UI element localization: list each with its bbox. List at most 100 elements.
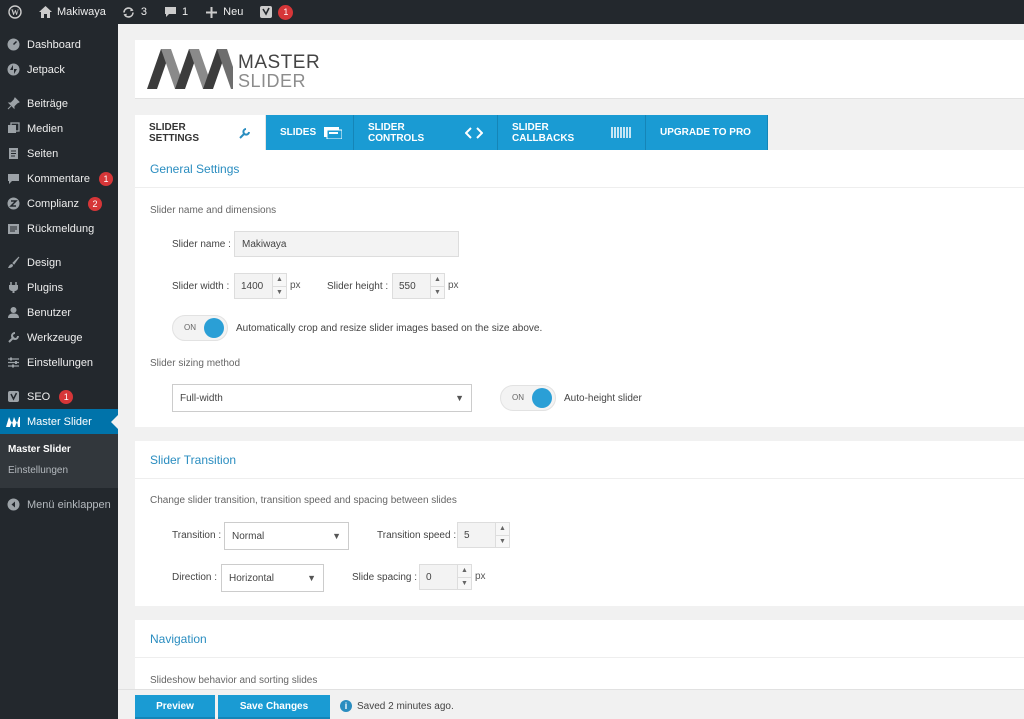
arrows-icon xyxy=(465,126,483,139)
sidebar-item-master-slider[interactable]: Master Slider xyxy=(0,409,118,434)
barcode-icon xyxy=(611,127,631,138)
auto-height-description: Auto-height slider xyxy=(564,393,642,404)
speed-decrement-button[interactable]: ▼ xyxy=(496,534,509,547)
sidebar-item-comments[interactable]: Kommentare 1 xyxy=(0,166,118,191)
collapse-menu-button[interactable]: Menü einklappen xyxy=(0,492,118,517)
sidebar-item-users[interactable]: Benutzer xyxy=(0,300,118,325)
yoast-icon xyxy=(6,390,20,404)
tab-label: SLIDER CALLBACKS xyxy=(512,121,575,144)
sidebar-item-pages[interactable]: Seiten xyxy=(0,141,118,166)
slider-height-stepper[interactable]: 550 ▲ ▼ xyxy=(392,273,445,299)
sidebar-item-dashboard[interactable]: Dashboard xyxy=(0,32,118,57)
comments-link[interactable]: 1 xyxy=(155,0,196,24)
slider-width-stepper[interactable]: 1400 ▲ ▼ xyxy=(234,273,287,299)
transition-subtitle: Change slider transition, transition spe… xyxy=(150,495,457,506)
sizing-method-label: Slider sizing method xyxy=(150,358,241,369)
tab-label: SLIDER CONTROLS xyxy=(368,121,425,144)
sidebar-item-feedback[interactable]: Rückmeldung xyxy=(0,216,118,241)
sidebar-item-media[interactable]: Medien xyxy=(0,116,118,141)
chevron-down-icon: ▼ xyxy=(332,531,341,541)
logo-text-slider: SLIDER xyxy=(238,71,307,91)
transition-speed-stepper[interactable]: 5 ▲ ▼ xyxy=(457,522,510,548)
navigation-title: Navigation xyxy=(135,620,1024,658)
submenu-item-master-slider[interactable]: Master Slider xyxy=(0,439,118,460)
direction-label: Direction : xyxy=(172,572,218,583)
sidebar-item-seo[interactable]: SEO 1 xyxy=(0,384,118,409)
feedback-icon xyxy=(6,222,20,236)
settings-icon xyxy=(6,356,20,370)
dashboard-icon xyxy=(6,38,20,52)
wordpress-logo-button[interactable]: W xyxy=(0,0,30,24)
wrench-icon xyxy=(239,127,251,139)
save-status: i Saved 2 minutes ago. xyxy=(340,700,454,712)
toggle-on-label: ON xyxy=(512,393,524,402)
new-label: Neu xyxy=(223,6,244,18)
yoast-seo-link[interactable]: 1 xyxy=(251,0,301,24)
submenu-item-settings[interactable]: Einstellungen xyxy=(0,460,118,481)
pages-icon xyxy=(6,147,20,161)
sidebar-item-label: Medien xyxy=(27,122,64,135)
spacing-decrement-button[interactable]: ▼ xyxy=(458,576,471,589)
comment-icon xyxy=(163,5,177,19)
transition-value: Normal xyxy=(232,530,265,542)
save-changes-button[interactable]: Save Changes xyxy=(218,695,330,719)
brush-icon xyxy=(6,256,20,270)
sidebar-item-plugins[interactable]: Plugins xyxy=(0,275,118,300)
spacing-increment-button[interactable]: ▲ xyxy=(458,565,471,577)
sidebar-item-posts[interactable]: Beiträge xyxy=(0,91,118,116)
sidebar-item-settings[interactable]: Einstellungen xyxy=(0,350,118,375)
sizing-method-value: Full-width xyxy=(180,392,223,404)
tab-label: UPGRADE TO PRO xyxy=(660,127,751,138)
transition-speed-label: Transition speed : xyxy=(377,530,457,541)
sidebar-item-jetpack[interactable]: Jetpack xyxy=(0,57,118,82)
settings-tabs: SLIDER SETTINGS SLIDES SLIDER CONTROLS S… xyxy=(135,115,768,150)
tab-slider-callbacks[interactable]: SLIDER CALLBACKS xyxy=(498,115,646,150)
admin-sidebar: Dashboard Jetpack Beiträge Medien Seiten… xyxy=(0,24,118,719)
site-name-link[interactable]: Makiwaya xyxy=(30,0,114,24)
sidebar-item-label: Master Slider xyxy=(27,415,92,428)
plus-icon xyxy=(204,5,218,19)
sizing-method-select[interactable]: Full-width ▼ xyxy=(172,384,472,412)
sidebar-item-tools[interactable]: Werkzeuge xyxy=(0,325,118,350)
collapse-icon xyxy=(6,498,20,512)
pin-icon xyxy=(6,97,20,111)
tab-slider-controls[interactable]: SLIDER CONTROLS xyxy=(354,115,498,150)
transition-select[interactable]: Normal ▼ xyxy=(224,522,349,550)
slide-spacing-label: Slide spacing : xyxy=(352,572,418,583)
direction-select[interactable]: Horizontal ▼ xyxy=(221,564,324,592)
yoast-icon xyxy=(259,5,273,19)
slider-name-label: Slider name : xyxy=(172,239,231,250)
comments-badge: 1 xyxy=(98,171,113,186)
slide-spacing-stepper[interactable]: 0 ▲ ▼ xyxy=(419,564,472,590)
tab-upgrade-to-pro[interactable]: UPGRADE TO PRO xyxy=(646,115,768,150)
toggle-knob xyxy=(204,318,224,338)
slider-height-value: 550 xyxy=(399,280,416,292)
media-icon xyxy=(6,122,20,136)
info-icon: i xyxy=(340,700,352,712)
updates-link[interactable]: 3 xyxy=(114,0,155,24)
complianz-icon xyxy=(6,197,20,211)
tab-slides[interactable]: SLIDES xyxy=(266,115,354,150)
speed-increment-button[interactable]: ▲ xyxy=(496,523,509,535)
wrench-icon xyxy=(6,331,20,345)
sidebar-item-complianz[interactable]: Complianz 2 xyxy=(0,191,118,216)
crop-resize-toggle[interactable]: ON xyxy=(172,315,228,341)
slider-name-input[interactable]: Makiwaya xyxy=(234,231,459,257)
plugin-header: MASTER SLIDER xyxy=(135,40,1024,99)
preview-button[interactable]: Preview xyxy=(135,695,215,719)
action-bar: Preview Save Changes i Saved 2 minutes a… xyxy=(118,689,1024,719)
navigation-subtitle: Slideshow behavior and sorting slides xyxy=(150,675,318,686)
tab-slider-settings[interactable]: SLIDER SETTINGS xyxy=(135,115,266,150)
sidebar-item-design[interactable]: Design xyxy=(0,250,118,275)
auto-height-toggle[interactable]: ON xyxy=(500,385,556,411)
dimensions-subtitle: Slider name and dimensions xyxy=(150,205,277,216)
slide-spacing-value: 0 xyxy=(426,571,432,583)
comments-count: 1 xyxy=(182,6,189,18)
height-decrement-button[interactable]: ▼ xyxy=(431,285,444,298)
new-content-link[interactable]: Neu xyxy=(196,0,251,24)
width-increment-button[interactable]: ▲ xyxy=(273,274,286,286)
width-unit: px xyxy=(290,280,301,291)
height-increment-button[interactable]: ▲ xyxy=(431,274,444,286)
refresh-icon xyxy=(122,5,136,19)
width-decrement-button[interactable]: ▼ xyxy=(273,285,286,298)
